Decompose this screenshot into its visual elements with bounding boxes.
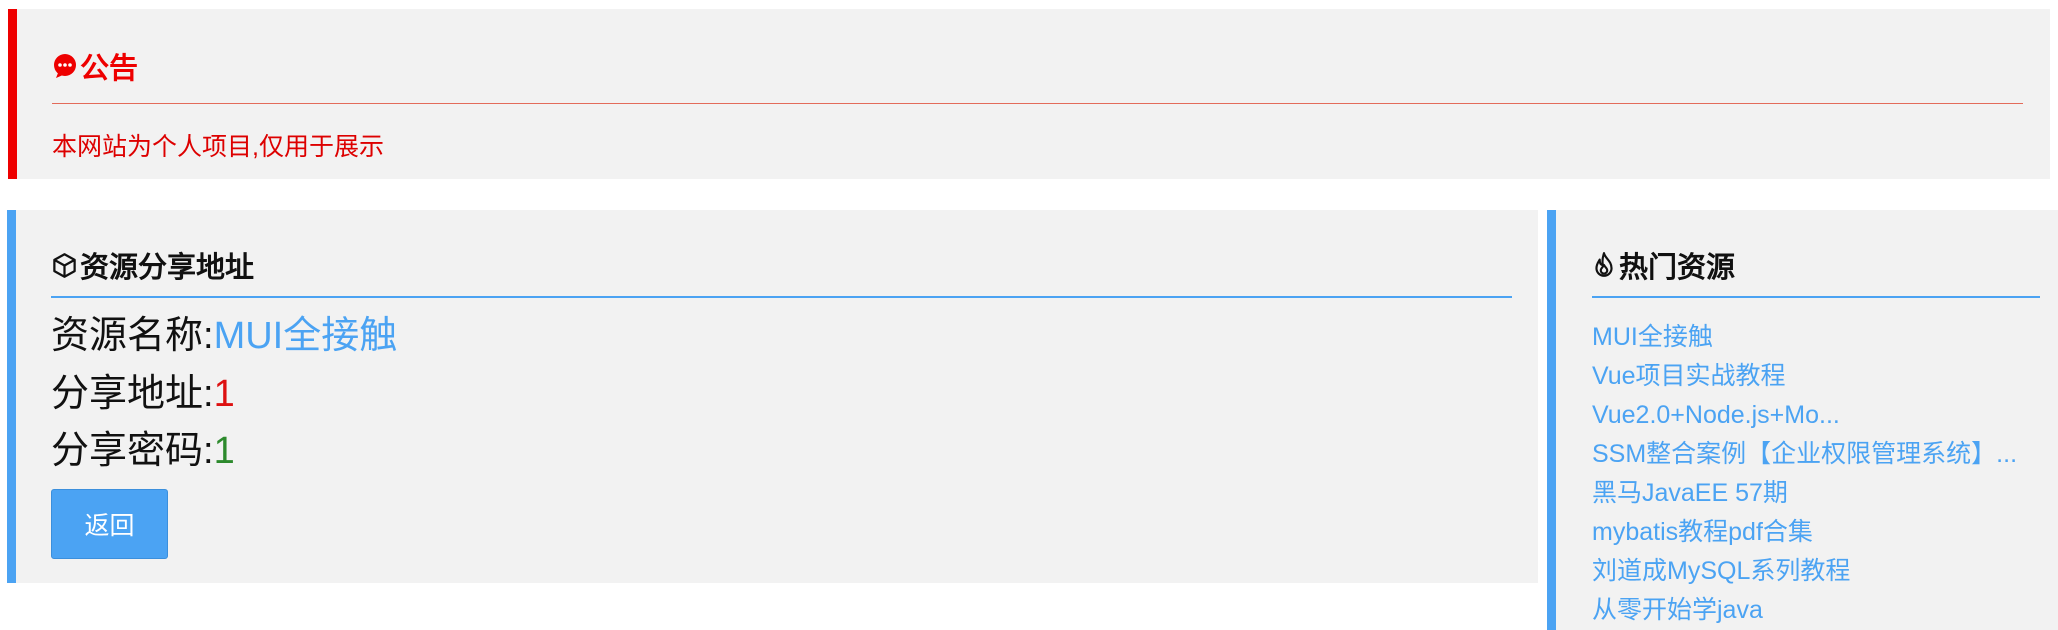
hot-resource-link[interactable]: mybatis教程pdf合集 — [1592, 513, 2017, 552]
resource-name-value: MUI全接触 — [213, 315, 398, 357]
share-address-row: 分享地址:1 — [51, 371, 235, 417]
notice-title-text: 公告 — [80, 53, 139, 85]
hot-title: 热门资源 — [1591, 244, 1735, 286]
hot-resource-link[interactable]: 黑马JavaEE 57期 — [1592, 474, 2017, 513]
notice-divider — [52, 103, 2023, 104]
hot-resources-panel: 热门资源 MUI全接触 Vue项目实战教程 Vue2.0+Node.js+Mo.… — [1547, 210, 2058, 630]
cube-icon — [51, 252, 78, 279]
share-title: 资源分享地址 — [51, 244, 254, 286]
hot-resource-link[interactable]: MUI全接触 — [1592, 318, 2017, 357]
share-address-label: 分享地址: — [51, 373, 214, 415]
share-password-value: 1 — [213, 430, 235, 472]
hot-resource-link[interactable]: Vue2.0+Node.js+Mo... — [1592, 396, 2017, 435]
share-password-row: 分享密码:1 — [51, 428, 235, 474]
notice-panel: 公告 本网站为个人项目,仅用于展示 — [8, 9, 2050, 179]
chat-bubble-icon — [52, 53, 78, 79]
resource-name-row: 资源名称:MUI全接触 — [51, 313, 397, 359]
share-title-text: 资源分享地址 — [80, 252, 255, 284]
hot-resource-list: MUI全接触 Vue项目实战教程 Vue2.0+Node.js+Mo... SS… — [1592, 318, 2017, 630]
notice-message: 本网站为个人项目,仅用于展示 — [52, 133, 384, 161]
resource-name-label: 资源名称: — [51, 315, 214, 357]
share-password-label: 分享密码: — [51, 430, 214, 472]
hot-resource-link[interactable]: 刘道成MySQL系列教程 — [1592, 552, 2017, 591]
share-address-value: 1 — [213, 373, 235, 415]
hot-resource-link[interactable]: 从零开始学java — [1592, 591, 2017, 630]
notice-title: 公告 — [52, 45, 138, 87]
hot-resource-link[interactable]: Vue项目实战教程 — [1592, 357, 2017, 396]
back-button[interactable]: 返回 — [51, 489, 168, 559]
hot-divider — [1592, 296, 2040, 298]
hot-title-text: 热门资源 — [1619, 252, 1736, 284]
flame-icon — [1591, 251, 1617, 279]
share-panel: 资源分享地址 资源名称:MUI全接触 分享地址:1 分享密码:1 返回 — [7, 210, 1538, 583]
share-divider — [51, 296, 1512, 298]
hot-resource-link[interactable]: SSM整合案例【企业权限管理系统】... — [1592, 435, 2017, 474]
